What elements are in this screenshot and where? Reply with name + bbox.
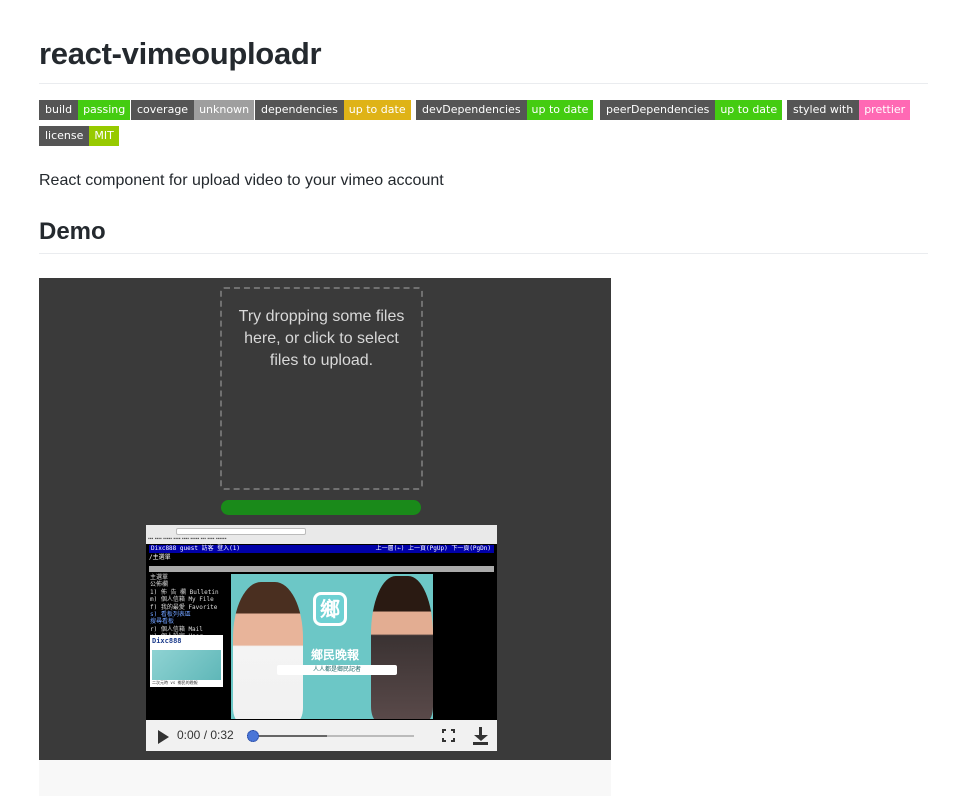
badge-build-value: passing [78, 100, 131, 120]
badge-peerdependencies-key: peerDependencies [600, 100, 716, 120]
title-divider [39, 83, 928, 84]
poster-tagline: 人人都是鄉民記者 [277, 665, 397, 675]
badge-dependencies-key: dependencies [255, 100, 344, 120]
terminal-header-left: Dixc888 guest 訪客 登入(1) [151, 545, 241, 552]
badge-devdependencies-value: up to date [526, 100, 594, 120]
demo-area: Try dropping some files here, or click t… [39, 278, 611, 760]
video-terminal-frame: Dixc888 guest 訪客 登入(1) 上一層(←) 上一頁(PgUp) … [146, 544, 497, 720]
ad-caption: 二次元時 vs 鄉民的晚報 [152, 680, 198, 685]
terminal-menu-item: 搜尋看板 [150, 618, 175, 626]
badge-devdependencies[interactable]: devDependencies up to date [416, 100, 594, 120]
badge-coverage[interactable]: coverage unknown [131, 100, 255, 120]
badge-styled-with-key: styled with [787, 100, 860, 120]
demo-footer [39, 760, 611, 796]
terminal-header-right: 上一層(←) 上一頁(PgUp) 下一頁(PgDn) [375, 545, 491, 552]
badge-build[interactable]: build passing [39, 100, 131, 120]
dropzone-text-line: files to upload. [269, 352, 374, 369]
badge-styled-with-value: prettier [859, 100, 911, 120]
terminal-bar [149, 566, 494, 572]
terminal-subtitle: /主選單 [149, 554, 171, 561]
description: React component for upload video to your… [39, 172, 444, 189]
dropzone-text-line: here, or click to select [244, 330, 399, 347]
video-url-bar [176, 528, 306, 535]
badge-license[interactable]: license MIT [39, 126, 119, 146]
badge-build-key: build [39, 100, 79, 120]
video-browser-chrome: ▪▪▪ ▪▪▪▪ ▪▪▪▪▪ ▪▪▪▪ ▪▪▪▪ ▪▪▪▪▪ ▪▪▪ ▪▪▪▪ … [146, 525, 497, 544]
upload-progress-bar [221, 500, 421, 515]
poster-person-left [233, 582, 303, 719]
badge-license-key: license [39, 126, 90, 146]
badge-license-value: MIT [89, 126, 119, 146]
terminal-menu-item: 公佈欄 [150, 581, 169, 589]
terminal-menu-item: m) 個人信箱 My File [150, 596, 214, 604]
poster-person-right [371, 576, 433, 719]
badge-dependencies[interactable]: dependencies up to date [255, 100, 411, 120]
badge-devdependencies-key: devDependencies [416, 100, 527, 120]
file-dropzone[interactable]: Try dropping some files here, or click t… [220, 287, 423, 490]
poster-app-name: 鄉民晚報 [310, 648, 359, 662]
ad-image [152, 650, 221, 680]
video-time: 0:00 / 0:32 [177, 728, 234, 742]
download-icon[interactable] [473, 727, 489, 745]
video-bookmarks: ▪▪▪ ▪▪▪▪ ▪▪▪▪▪ ▪▪▪▪ ▪▪▪▪ ▪▪▪▪▪ ▪▪▪ ▪▪▪▪ … [148, 536, 227, 542]
demo-heading: Demo [39, 218, 106, 245]
terminal-side-ad: Dixc888 二次元時 vs 鄉民的晚報 [150, 635, 223, 687]
page-title: react-vimeouploadr [39, 36, 322, 71]
poster-app-icon: 鄉 [313, 592, 347, 626]
scrubber-handle[interactable] [247, 730, 259, 742]
fullscreen-icon[interactable] [442, 729, 455, 742]
badge-peerdependencies-value: up to date [715, 100, 783, 120]
terminal-header: Dixc888 guest 訪客 登入(1) 上一層(←) 上一頁(PgUp) … [149, 545, 494, 553]
dropzone-text-line: Try dropping some files [238, 308, 405, 325]
demo-divider [39, 253, 928, 254]
play-icon[interactable] [158, 730, 169, 744]
video-buffer [256, 735, 328, 737]
badge-styled-with[interactable]: styled with prettier [787, 100, 911, 120]
badge-dependencies-value: up to date [343, 100, 411, 120]
badge-coverage-value: unknown [194, 100, 255, 120]
ad-logo: Dixc888 [152, 637, 182, 645]
video-controls: 0:00 / 0:32 [146, 720, 497, 751]
terminal-menu-item: f) 我的最愛 Favorite [150, 603, 218, 611]
upload-progress-fill [221, 500, 421, 515]
badge-peerdependencies[interactable]: peerDependencies up to date [600, 100, 783, 120]
video-scrubber[interactable] [256, 735, 414, 737]
badge-coverage-key: coverage [131, 100, 195, 120]
video-player[interactable]: ▪▪▪ ▪▪▪▪ ▪▪▪▪▪ ▪▪▪▪ ▪▪▪▪ ▪▪▪▪▪ ▪▪▪ ▪▪▪▪ … [146, 525, 497, 751]
video-poster: 鄉 鄉民晚報 人人都是鄉民記者 [231, 574, 433, 719]
